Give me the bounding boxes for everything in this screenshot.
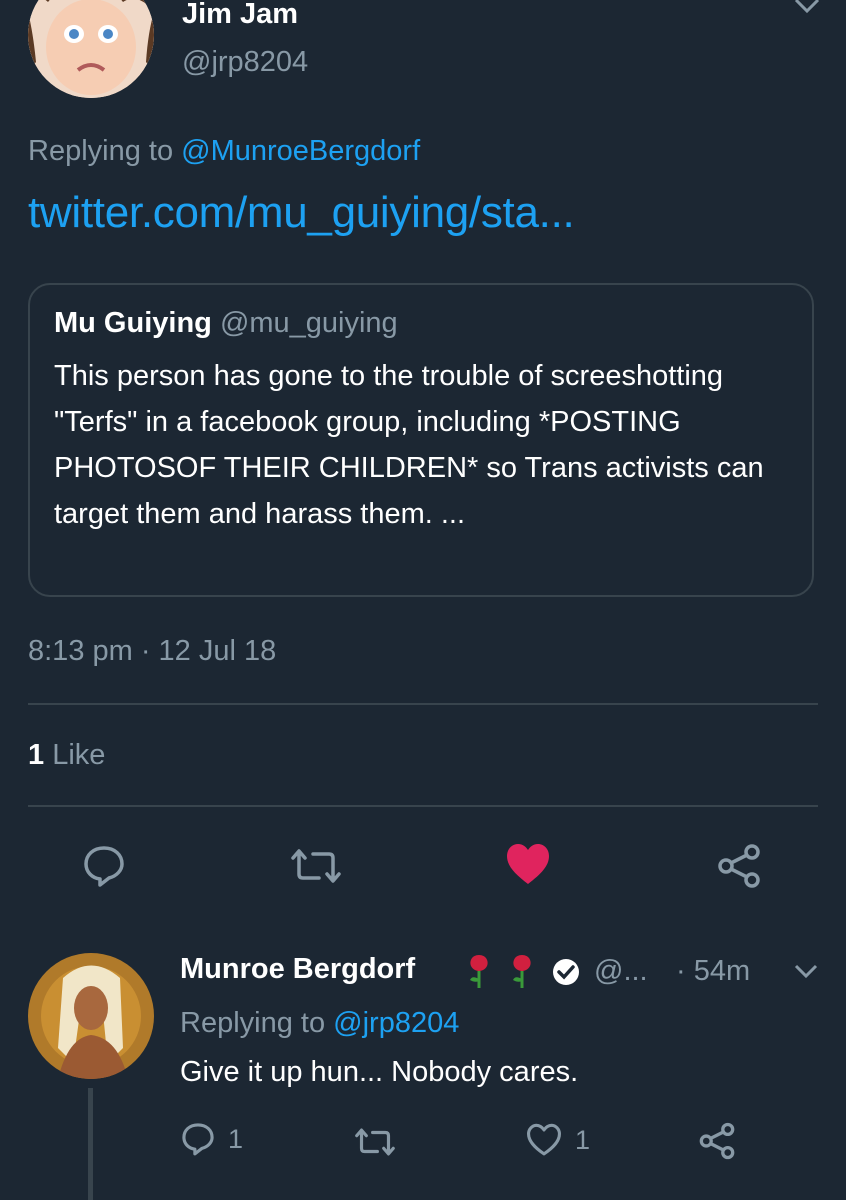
author-handle[interactable]: @jrp8204: [182, 46, 308, 79]
author-name[interactable]: Jim Jam: [182, 0, 298, 31]
replying-to-line: Replying to @MunroeBergdorf: [28, 135, 420, 168]
thread-line: [88, 1088, 93, 1200]
quoted-author-name[interactable]: Mu Guiying: [54, 307, 212, 339]
chevron-down-icon[interactable]: [792, 0, 822, 16]
tweet-timestamp[interactable]: 8:13 pm · 12 Jul 18: [28, 635, 276, 668]
quoted-header: Mu Guiying @mu_guiying: [54, 307, 398, 340]
tweet-link[interactable]: twitter.com/mu_guiying/sta...: [28, 188, 575, 238]
rose-emoji-icon: [507, 953, 537, 989]
verified-badge-icon: [551, 957, 581, 987]
quoted-author-handle[interactable]: @mu_guiying: [220, 307, 398, 339]
replying-to-link[interactable]: @MunroeBergdorf: [181, 135, 420, 167]
reply-replying-to-label: Replying to: [180, 1007, 326, 1039]
retweet-icon[interactable]: [352, 1126, 398, 1158]
likes-summary[interactable]: 1 Like: [28, 739, 105, 772]
retweet-icon[interactable]: [287, 846, 345, 886]
quoted-text: This person has gone to the trouble of s…: [54, 360, 764, 530]
reply-like-button[interactable]: 1: [525, 1123, 590, 1157]
reply-author-handle[interactable]: @...: [594, 955, 648, 988]
likes-count: 1: [28, 739, 45, 771]
heart-outline-icon: [525, 1123, 563, 1157]
heart-icon[interactable]: [505, 842, 551, 886]
share-icon[interactable]: [716, 843, 762, 889]
reply-comment-button[interactable]: 1: [180, 1121, 243, 1157]
reply-author-name[interactable]: Munroe Bergdorf: [180, 953, 415, 985]
divider-top: [28, 703, 818, 705]
divider-bottom: [28, 805, 818, 807]
reply-replying-to-link[interactable]: @jrp8204: [333, 1007, 459, 1039]
reply-like-count: 1: [575, 1124, 591, 1155]
comment-icon[interactable]: [81, 843, 127, 889]
reply-replying-to-line: Replying to @jrp8204: [180, 1007, 459, 1040]
reply-text: Give it up hun... Nobody cares.: [180, 1056, 579, 1088]
avatar-jim-jam[interactable]: [28, 0, 154, 98]
chevron-down-icon[interactable]: [792, 962, 820, 982]
likes-label: Like: [52, 739, 106, 771]
avatar-munroe-bergdorf[interactable]: [28, 953, 154, 1079]
reply-time[interactable]: · 54m: [676, 955, 750, 988]
rose-emoji-icon: [464, 953, 494, 989]
reply-comment-count: 1: [228, 1123, 244, 1154]
share-icon[interactable]: [698, 1122, 736, 1160]
reply-header: Munroe Bergdorf: [180, 953, 415, 986]
comment-icon: [180, 1121, 216, 1157]
replying-to-label: Replying to: [28, 135, 174, 167]
quoted-tweet-card[interactable]: Mu Guiying @mu_guiying This person has g…: [28, 283, 814, 597]
